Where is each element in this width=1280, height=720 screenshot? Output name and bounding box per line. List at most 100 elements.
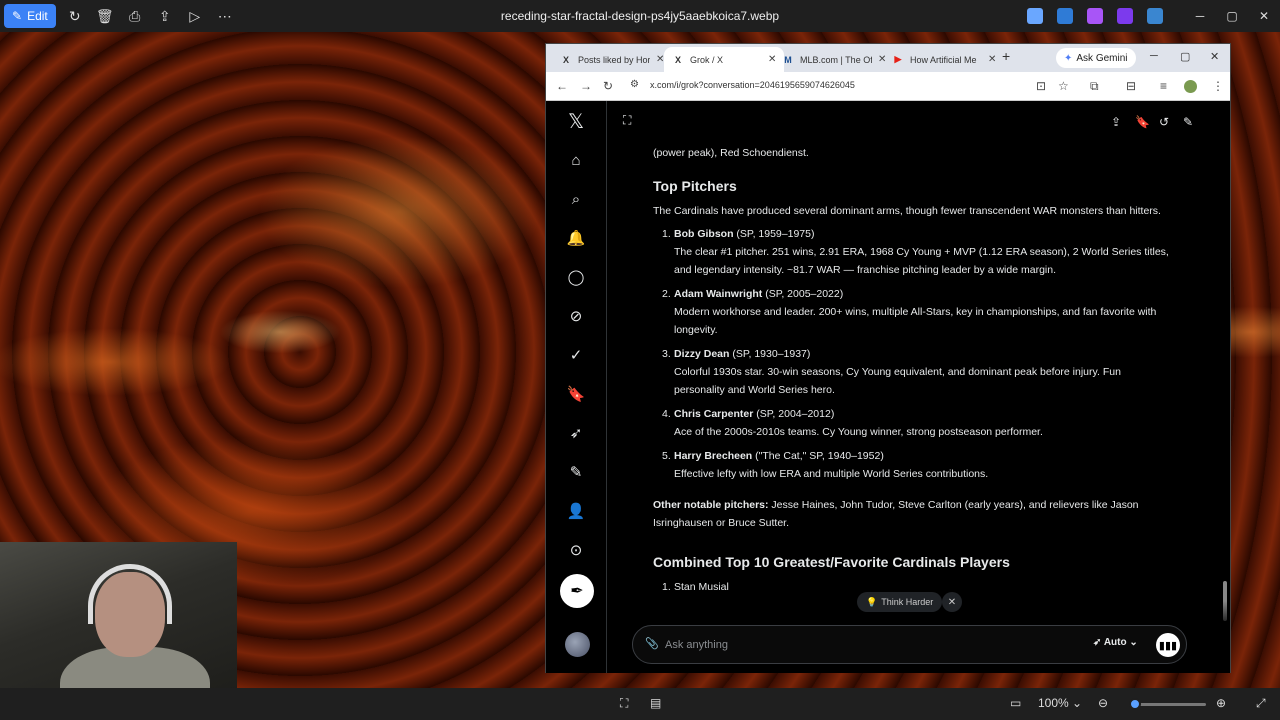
tab-mlb[interactable]: M MLB.com | The Of ✕ <box>774 47 894 72</box>
home-icon[interactable]: ⌂ <box>566 150 586 170</box>
x-app: 𝕏 ⌂ ⌕ 🔔 ◯ ⊘ ✓ 🔖 ➶ ✎ 👤 ⊙ ✒ ⛶ ⇪ 🔖 ↺ ✎ (pow… <box>546 101 1230 673</box>
app-icon[interactable] <box>1057 8 1073 24</box>
browser-window: X Posts liked by Hor ✕ X Grok / X ✕ M ML… <box>545 43 1231 673</box>
list-item: 4. Chris Carpenter (SP, 2004–2012) Ace o… <box>653 405 1173 441</box>
print-icon[interactable]: ⎙ <box>120 4 150 28</box>
browser-minimize-button[interactable]: ─ <box>1150 50 1158 62</box>
install-icon[interactable]: ⊡ <box>1036 79 1046 93</box>
tab-grok[interactable]: X Grok / X ✕ <box>664 47 785 72</box>
bookmarks-icon[interactable]: 🔖 <box>566 384 586 404</box>
back-icon[interactable]: ← <box>556 79 568 93</box>
think-harder-button[interactable]: 💡 Think Harder <box>857 592 943 612</box>
profile-icon[interactable]: 👤 <box>566 501 586 521</box>
pitcher-description: Effective lefty with low ERA and multipl… <box>674 468 989 480</box>
zoom-level[interactable]: 100% <box>1038 696 1069 710</box>
search-icon[interactable]: ⌕ <box>566 189 586 209</box>
waveform-icon: ▮▮▮ <box>1158 639 1178 652</box>
tab-label: Posts liked by Hor <box>578 54 650 65</box>
zoom-slider[interactable] <box>1130 703 1206 706</box>
attach-icon[interactable]: 📎 <box>645 637 659 650</box>
more-circle-icon[interactable]: ⊙ <box>566 540 586 560</box>
close-button[interactable]: ✕ <box>1248 9 1280 23</box>
list-item: 3. Dizzy Dean (SP, 1930–1937) Colorful 1… <box>653 345 1173 399</box>
grok-response: (power peak), Red Schoendienst. Top Pitc… <box>653 144 1173 596</box>
forward-icon[interactable]: → <box>580 79 592 93</box>
clipchamp-icon[interactable] <box>1117 8 1133 24</box>
notifications-icon[interactable]: 🔔 <box>566 228 586 248</box>
youtube-icon: ▶ <box>894 54 902 64</box>
expand-sidebar-icon[interactable]: ⛶ <box>623 113 631 128</box>
pitcher-meta: (SP, 2004–2012) <box>753 408 835 420</box>
slideshow-icon[interactable]: ▷ <box>180 4 210 28</box>
tab-label: Grok / X <box>690 54 724 65</box>
media-icon[interactable]: ≡ <box>1160 79 1167 93</box>
tab-search-icon[interactable]: ⊟ <box>1126 79 1136 93</box>
url-field[interactable]: x.com/i/grok?conversation=20461956590746… <box>650 80 855 90</box>
mode-selector[interactable]: ➶ Auto ⌄ <box>1093 637 1138 648</box>
tab-posts-liked[interactable]: X Posts liked by Hor ✕ <box>552 47 672 72</box>
bookmark-icon[interactable]: 🔖 <box>1135 115 1150 129</box>
pitcher-description: Modern workhorse and leader. 200+ wins, … <box>674 306 1157 336</box>
intro-text: The Cardinals have produced several domi… <box>653 205 1161 217</box>
share-icon[interactable]: ⇪ <box>150 4 180 28</box>
rocket-icon: ➶ <box>1093 637 1102 648</box>
profile-avatar[interactable] <box>1184 80 1197 93</box>
minimize-button[interactable]: ─ <box>1184 9 1216 23</box>
expand-icon[interactable]: ⤢ <box>1256 696 1266 711</box>
viewer-window-controls: ─ ▢ ✕ <box>1020 0 1280 32</box>
top-line: (power peak), Red Schoendienst. <box>653 147 809 159</box>
designer-icon[interactable] <box>1087 8 1103 24</box>
list-item: 5. Harry Brecheen ("The Cat," SP, 1940–1… <box>653 447 1173 483</box>
voice-mode-button[interactable]: ▮▮▮ <box>1156 633 1180 657</box>
messages-icon[interactable]: ◯ <box>566 267 586 287</box>
more-icon[interactable]: ⋯ <box>210 4 240 28</box>
zoom-out-icon[interactable]: ⊖ <box>1098 696 1108 710</box>
copilot-icon[interactable] <box>1027 8 1043 24</box>
chevron-down-icon[interactable]: ⌄ <box>1072 696 1082 710</box>
section-heading-2: Combined Top 10 Greatest/Favorite Cardin… <box>653 554 1010 570</box>
think-harder-label: Think Harder <box>881 597 934 607</box>
extensions-icon[interactable]: ⧉ <box>1090 79 1099 94</box>
verified-icon[interactable]: ✓ <box>566 345 586 365</box>
actual-size-icon[interactable]: ▭ <box>1010 696 1021 710</box>
delete-icon[interactable]: 🗑 <box>90 4 120 28</box>
pitcher-name: Bob Gibson <box>674 228 734 240</box>
x-logo-icon[interactable]: 𝕏 <box>566 111 586 133</box>
share-icon[interactable]: ⇪ <box>1111 115 1121 129</box>
new-tab-button[interactable]: + <box>1002 48 1010 64</box>
rotate-icon[interactable]: ↻ <box>60 4 90 28</box>
grok-icon[interactable]: ⊘ <box>566 306 586 326</box>
ask-gemini-button[interactable]: ✦ Ask Gemini <box>1056 48 1136 68</box>
browser-close-button[interactable]: ✕ <box>1210 50 1219 63</box>
close-tab-icon[interactable]: ✕ <box>988 54 996 65</box>
menu-icon[interactable]: ⋮ <box>1212 79 1224 93</box>
tab-youtube[interactable]: ▶ How Artificial Me ✕ <box>884 47 1004 72</box>
lightbulb-icon: 💡 <box>866 596 878 607</box>
avatar[interactable] <box>565 632 590 657</box>
pitcher-meta: ("The Cat," SP, 1940–1952) <box>752 450 884 462</box>
history-icon[interactable]: ↺ <box>1159 115 1169 129</box>
site-info-icon[interactable]: ⚙ <box>630 79 639 90</box>
ask-input[interactable] <box>665 636 1045 654</box>
info-icon[interactable]: ▤ <box>650 696 661 710</box>
zoom-slider-knob[interactable] <box>1129 698 1141 710</box>
pitcher-meta: (SP, 1930–1937) <box>729 348 811 360</box>
close-icon[interactable]: ✕ <box>942 592 962 612</box>
pitcher-description: Colorful 1930s star. 30-win seasons, Cy … <box>674 366 1121 396</box>
edit-button[interactable]: ✎ Edit <box>4 4 56 28</box>
maximize-button[interactable]: ▢ <box>1216 9 1248 23</box>
other-pitchers: Other notable pitchers: Jesse Haines, Jo… <box>653 496 1173 532</box>
reload-icon[interactable]: ↻ <box>603 79 613 93</box>
edit-label: Edit <box>27 9 48 23</box>
cloud-icon[interactable] <box>1147 8 1163 24</box>
browser-maximize-button[interactable]: ▢ <box>1180 50 1190 63</box>
post-button[interactable]: ✒ <box>560 574 594 608</box>
articles-icon[interactable]: ✎ <box>566 462 586 482</box>
new-chat-icon[interactable]: ✎ <box>1183 115 1193 129</box>
bookmark-star-icon[interactable]: ☆ <box>1058 79 1069 93</box>
zoom-in-icon[interactable]: ⊕ <box>1216 696 1226 710</box>
tab-strip: X Posts liked by Hor ✕ X Grok / X ✕ M ML… <box>546 44 1230 72</box>
rocket-icon[interactable]: ➶ <box>566 423 586 443</box>
pitcher-name: Dizzy Dean <box>674 348 730 360</box>
fit-icon[interactable]: ⛶ <box>620 696 628 711</box>
